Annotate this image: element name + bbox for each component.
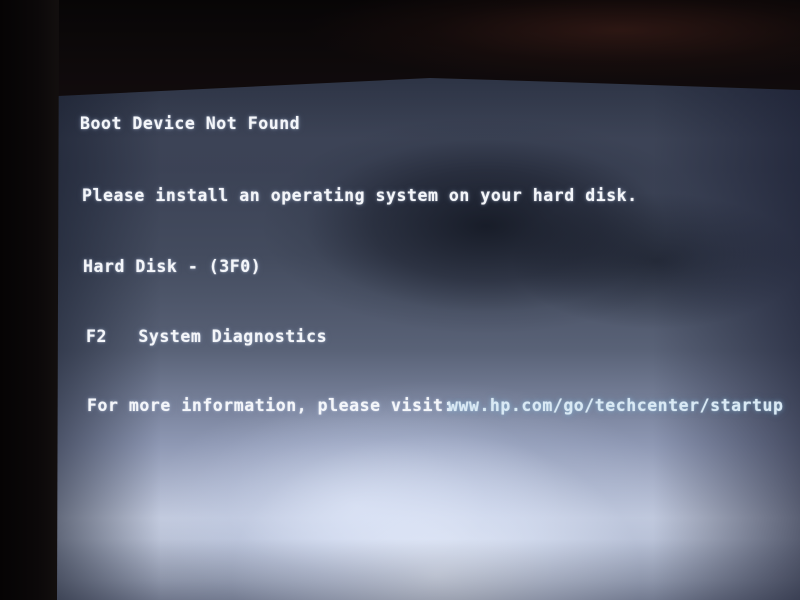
- f2-system-diagnostics-option[interactable]: F2 System Diagnostics: [86, 327, 327, 346]
- more-information-label: For more information, please visit:: [87, 396, 454, 415]
- monitor-bezel-left: [0, 0, 59, 600]
- bios-text-layer: Boot Device Not Found Please install an …: [56, 76, 800, 600]
- hard-disk-error-code: Hard Disk - (3F0): [83, 257, 262, 276]
- monitor-photo: Boot Device Not Found Please install an …: [0, 0, 800, 600]
- install-os-instruction: Please install an operating system on yo…: [82, 186, 638, 205]
- boot-error-title: Boot Device Not Found: [80, 114, 301, 133]
- support-url-link[interactable]: www.hp.com/go/techcenter/startup: [448, 396, 783, 415]
- bios-screen: Boot Device Not Found Please install an …: [56, 76, 800, 600]
